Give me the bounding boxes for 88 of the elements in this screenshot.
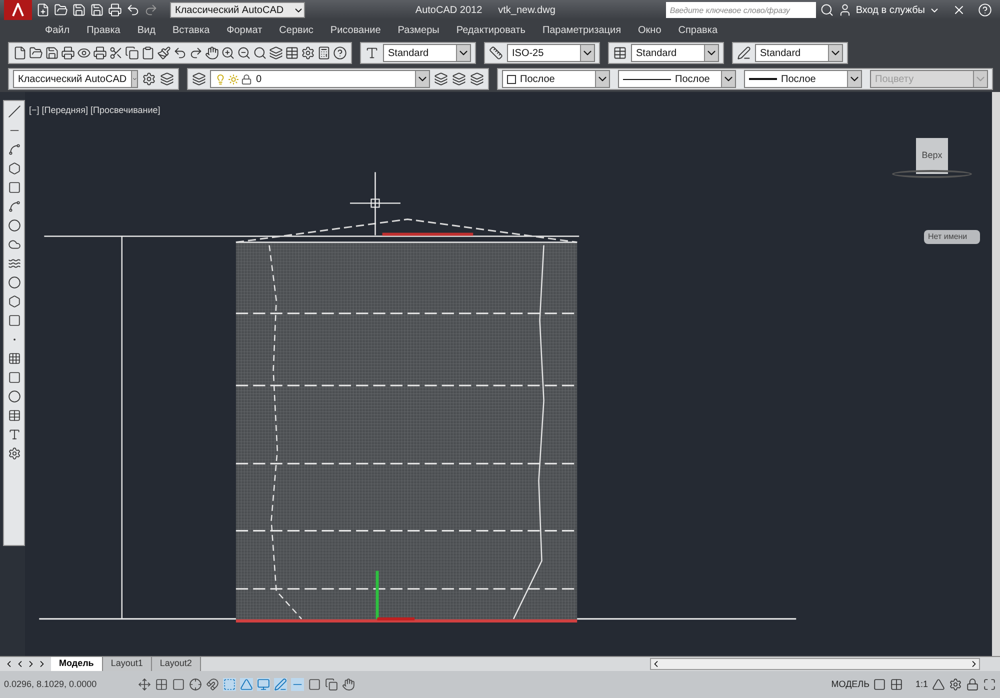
settings-icon[interactable] [301, 46, 315, 60]
line-icon[interactable] [8, 105, 20, 118]
lineweight-sample-icon [749, 78, 777, 80]
layer-manager-icon[interactable] [192, 72, 206, 86]
menu-item[interactable]: Окно [638, 22, 662, 38]
coordinates: 0.0296, 8.1029, 0.0000 [4, 678, 98, 691]
linetype-sample-icon [623, 78, 671, 80]
revision-cloud-icon[interactable] [8, 238, 20, 251]
clipboard-icon[interactable] [141, 46, 155, 60]
rectangle-icon[interactable] [8, 181, 20, 194]
workspace-dropdown[interactable]: Классический AutoCAD [13, 70, 138, 88]
menu-item[interactable]: Рисование [330, 22, 381, 38]
ucs-axis-icon [376, 570, 415, 620]
lock-icon[interactable] [241, 74, 252, 84]
text-style-icon[interactable] [365, 46, 379, 60]
workspace-dropdown[interactable]: Классический AutoCAD [170, 2, 305, 18]
layout-tab[interactable]: Модель [51, 657, 103, 671]
menu-item[interactable]: Редактировать [456, 22, 526, 38]
table-icon[interactable] [8, 409, 20, 422]
annotation-scale[interactable]: 1:1 [915, 678, 928, 692]
undo-icon[interactable] [126, 3, 140, 17]
layout-tab[interactable]: Layout1 [102, 657, 152, 671]
zoom-in-icon[interactable] [221, 46, 235, 60]
style-dropdown[interactable]: Standard [755, 44, 843, 62]
menu-item[interactable]: Вид [137, 22, 156, 38]
pen-icon[interactable] [737, 46, 751, 60]
dimension-icon[interactable] [489, 46, 503, 60]
menu-item[interactable]: Размеры [398, 22, 440, 38]
horizontal-scrollbar[interactable] [650, 658, 980, 670]
viewcube-ring-icon[interactable] [892, 170, 972, 178]
printer-icon[interactable] [108, 3, 122, 17]
table-icon[interactable] [613, 46, 627, 60]
menu-item[interactable]: Правка [86, 22, 120, 38]
polygon-icon[interactable] [8, 162, 20, 175]
polyline-icon[interactable] [8, 143, 20, 156]
brush-icon[interactable] [157, 46, 171, 60]
viewport-label[interactable]: [−] [Передняя] [Просвечивание] [29, 104, 160, 118]
search-icon[interactable] [820, 3, 834, 17]
style-dropdown[interactable]: Standard [383, 44, 471, 62]
scissors-icon[interactable] [109, 46, 123, 60]
redo-icon[interactable] [189, 46, 203, 60]
printer-icon[interactable] [61, 46, 75, 60]
model-space-toggle[interactable]: МОДЕЛЬ [831, 678, 870, 692]
app-logo-icon[interactable] [4, 0, 32, 20]
sign-in-link[interactable]: Вход в службы [856, 2, 925, 18]
drawing-canvas[interactable]: [−] [Передняя] [Просвечивание] Верх Нет имени [25, 92, 1000, 656]
help-icon[interactable] [333, 46, 347, 60]
circle-icon[interactable] [8, 219, 20, 232]
save-icon[interactable] [45, 46, 59, 60]
user-icon[interactable] [838, 3, 852, 17]
viewcube-face[interactable]: Верх [916, 138, 948, 174]
layers-icon[interactable] [160, 72, 174, 86]
spline-icon[interactable] [8, 257, 20, 270]
new-file-icon[interactable] [13, 46, 27, 60]
app-title: AutoCAD 2012 [415, 4, 482, 18]
settings-icon[interactable] [142, 72, 156, 86]
grid-icon[interactable] [155, 678, 168, 691]
search-field[interactable]: Введите ключевое слово/фразу [666, 2, 816, 18]
named-view-button[interactable]: Нет имени [924, 230, 980, 244]
hand-icon[interactable] [205, 46, 219, 60]
menu-item[interactable]: Справка [678, 22, 718, 38]
lock-icon[interactable] [966, 678, 979, 691]
vertical-scrollbar[interactable] [992, 92, 1000, 656]
menu-item[interactable]: Параметризация [542, 22, 622, 38]
zoom-out-icon[interactable] [237, 46, 251, 60]
layers-icon[interactable] [269, 46, 283, 60]
property-dropdown[interactable]: Послое [618, 70, 736, 88]
style-dropdown[interactable]: Standard [631, 44, 719, 62]
menu-item[interactable]: Вставка [172, 22, 210, 38]
undo-icon[interactable] [173, 46, 187, 60]
folder-icon[interactable] [29, 46, 43, 60]
menu-item[interactable]: Сервис [279, 22, 314, 38]
hatch-icon[interactable] [8, 352, 20, 365]
crosshair-cursor-icon [350, 172, 400, 236]
property-dropdown[interactable]: Послое [502, 70, 610, 88]
table-icon[interactable] [285, 46, 299, 60]
copy-icon[interactable] [125, 46, 139, 60]
layout-tab[interactable]: Layout2 [152, 657, 201, 671]
property-dropdown[interactable]: Послое [744, 70, 862, 88]
style-dropdown[interactable]: ISO-25 [507, 44, 595, 62]
text-icon[interactable] [8, 428, 20, 441]
layer-dropdown[interactable]: 0 [210, 70, 430, 88]
color-swatch-icon [507, 74, 516, 84]
menu-item[interactable]: Формат [226, 22, 262, 38]
file-name: vtk_new.dwg [498, 4, 556, 18]
menu-item[interactable]: Файл [45, 22, 70, 38]
close-icon[interactable] [952, 3, 966, 17]
calculator-icon[interactable] [317, 46, 331, 60]
